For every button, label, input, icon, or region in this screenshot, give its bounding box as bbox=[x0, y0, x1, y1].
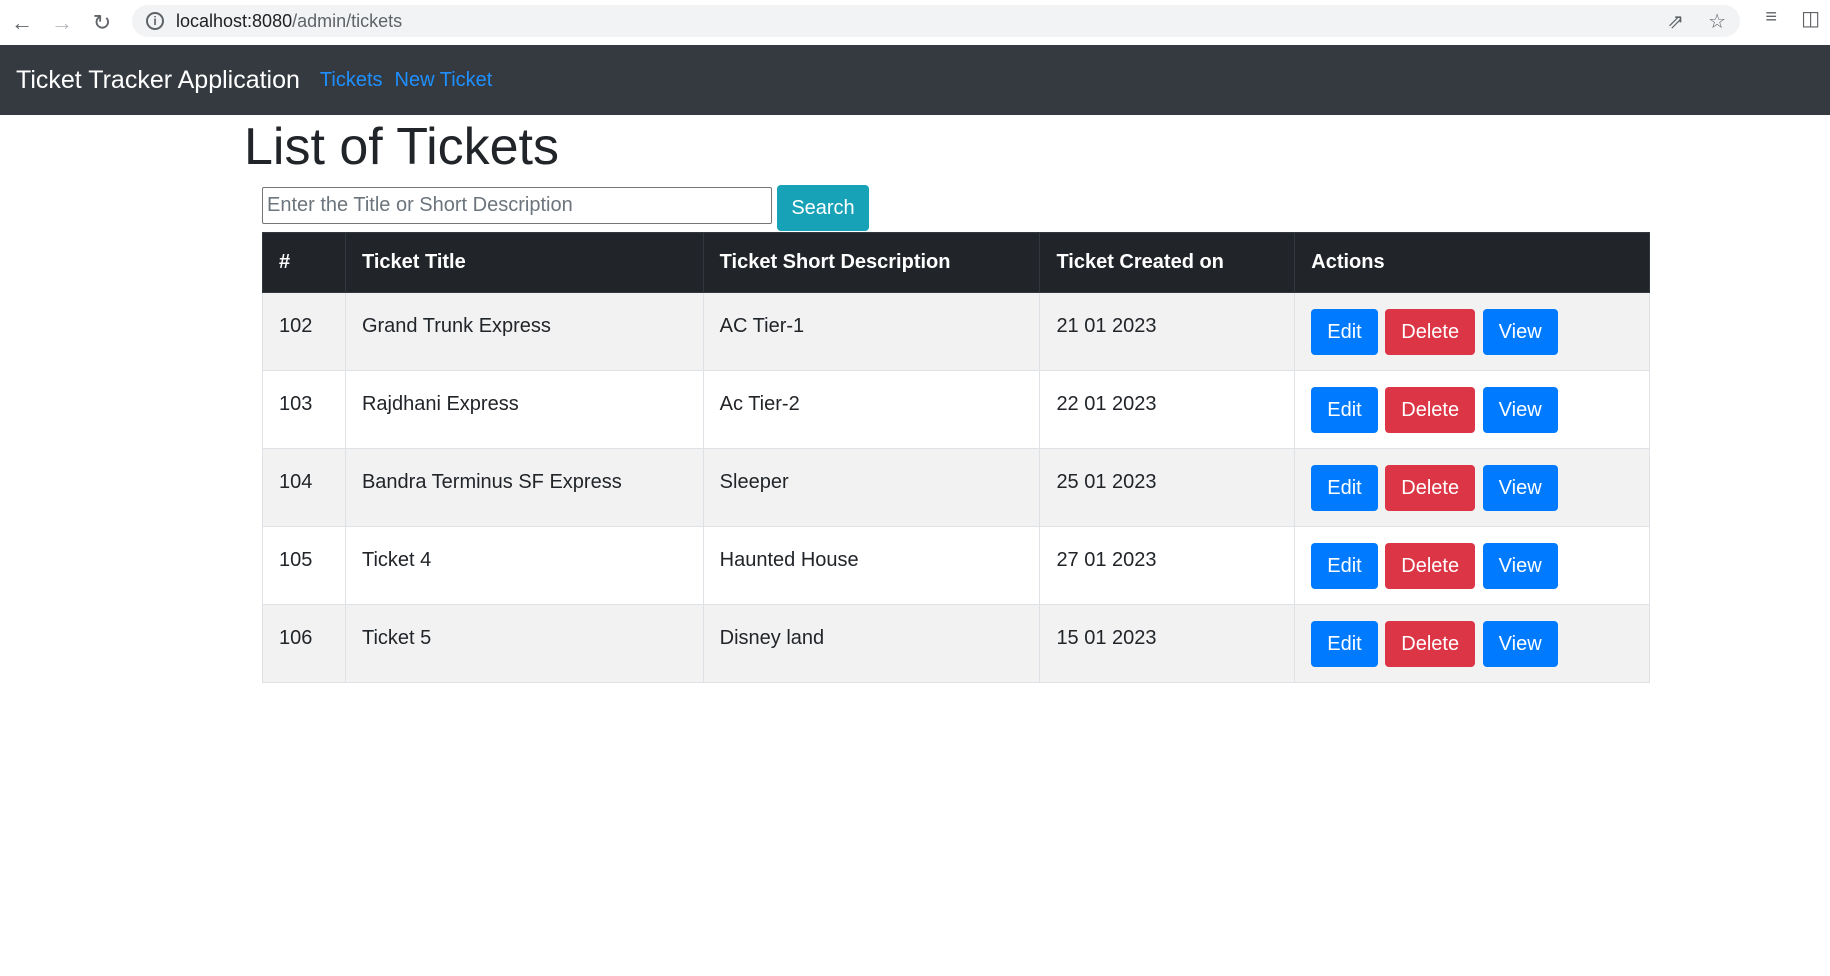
cell-title: Ticket 5 bbox=[361, 627, 432, 649]
side-panel-icon[interactable]: ◫ bbox=[1801, 6, 1820, 31]
view-button[interactable]: View bbox=[1482, 620, 1558, 667]
header-created: Ticket Created on bbox=[1039, 232, 1296, 293]
cell-created: 15 01 2023 bbox=[1056, 627, 1157, 649]
cell-description: Ac Tier-2 bbox=[719, 393, 800, 415]
view-button[interactable]: View bbox=[1482, 542, 1558, 589]
cell-created: 21 01 2023 bbox=[1056, 315, 1157, 337]
cell-created: 27 01 2023 bbox=[1056, 549, 1157, 571]
app-brand[interactable]: Ticket Tracker Application bbox=[16, 66, 300, 95]
delete-button[interactable]: Delete bbox=[1385, 542, 1476, 589]
cell-title: Ticket 4 bbox=[361, 549, 432, 571]
nav-link-new-ticket[interactable]: New Ticket bbox=[395, 69, 493, 92]
header-description: Ticket Short Description bbox=[702, 232, 1041, 293]
table-row: 104 Bandra Terminus SF Express Sleeper 2… bbox=[262, 448, 1650, 527]
back-icon[interactable]: ← bbox=[4, 5, 40, 41]
table-row: 106 Ticket 5 Disney land 15 01 2023 Edit… bbox=[262, 604, 1650, 683]
table-row: 102 Grand Trunk Express AC Tier-1 21 01 … bbox=[262, 292, 1650, 371]
reload-icon[interactable]: ↻ bbox=[84, 5, 120, 41]
search-button[interactable]: Search bbox=[777, 185, 869, 231]
table-row: 105 Ticket 4 Haunted House 27 01 2023 Ed… bbox=[262, 526, 1650, 605]
view-button[interactable]: View bbox=[1482, 308, 1558, 355]
edit-button[interactable]: Edit bbox=[1311, 308, 1378, 355]
delete-button[interactable]: Delete bbox=[1385, 308, 1476, 355]
url-text[interactable]: localhost:8080/admin/tickets bbox=[176, 11, 402, 32]
edit-button[interactable]: Edit bbox=[1311, 620, 1378, 667]
site-info-icon[interactable]: i bbox=[146, 12, 164, 30]
cell-description: Haunted House bbox=[719, 549, 859, 571]
address-bar[interactable]: i localhost:8080/admin/tickets ⇗ ☆ bbox=[132, 5, 1740, 37]
delete-button[interactable]: Delete bbox=[1385, 620, 1476, 667]
cell-title: Bandra Terminus SF Express bbox=[361, 471, 622, 493]
browser-toolbar: ← → ↻ i localhost:8080/admin/tickets ⇗ ☆… bbox=[0, 0, 1830, 45]
header-actions: Actions bbox=[1294, 232, 1650, 293]
edit-button[interactable]: Edit bbox=[1311, 386, 1378, 433]
cell-id: 106 bbox=[279, 627, 313, 649]
app-navbar: Ticket Tracker Application Tickets New T… bbox=[0, 45, 1830, 115]
cell-created: 22 01 2023 bbox=[1056, 393, 1157, 415]
reading-list-icon[interactable]: ≡ bbox=[1765, 6, 1777, 31]
url-host: localhost:8080 bbox=[176, 10, 293, 31]
cell-id: 102 bbox=[279, 315, 313, 337]
view-button[interactable]: View bbox=[1482, 464, 1558, 511]
view-button[interactable]: View bbox=[1482, 386, 1558, 433]
share-icon[interactable]: ⇗ bbox=[1667, 9, 1684, 34]
delete-button[interactable]: Delete bbox=[1385, 464, 1476, 511]
cell-id: 105 bbox=[279, 549, 313, 571]
nav-link-tickets[interactable]: Tickets bbox=[320, 69, 383, 92]
cell-description: AC Tier-1 bbox=[719, 315, 805, 337]
cell-description: Disney land bbox=[719, 627, 825, 649]
cell-title: Grand Trunk Express bbox=[361, 315, 551, 337]
table-row: 103 Rajdhani Express Ac Tier-2 22 01 202… bbox=[262, 370, 1650, 449]
table-header-row: # Ticket Title Ticket Short Description … bbox=[262, 232, 1650, 293]
bookmark-star-icon[interactable]: ☆ bbox=[1708, 9, 1726, 34]
cell-title: Rajdhani Express bbox=[361, 393, 519, 415]
search-input[interactable] bbox=[262, 187, 772, 224]
edit-button[interactable]: Edit bbox=[1311, 464, 1378, 511]
cell-description: Sleeper bbox=[719, 471, 789, 493]
header-title: Ticket Title bbox=[344, 232, 704, 293]
cell-id: 104 bbox=[279, 471, 313, 493]
edit-button[interactable]: Edit bbox=[1311, 542, 1378, 589]
header-id: # bbox=[262, 232, 346, 293]
cell-id: 103 bbox=[279, 393, 313, 415]
cell-created: 25 01 2023 bbox=[1056, 471, 1157, 493]
delete-button[interactable]: Delete bbox=[1385, 386, 1476, 433]
url-path: /admin/tickets bbox=[292, 10, 403, 31]
forward-icon[interactable]: → bbox=[44, 5, 80, 41]
tickets-table: # Ticket Title Ticket Short Description … bbox=[262, 232, 1650, 683]
page-title: List of Tickets bbox=[244, 118, 559, 176]
